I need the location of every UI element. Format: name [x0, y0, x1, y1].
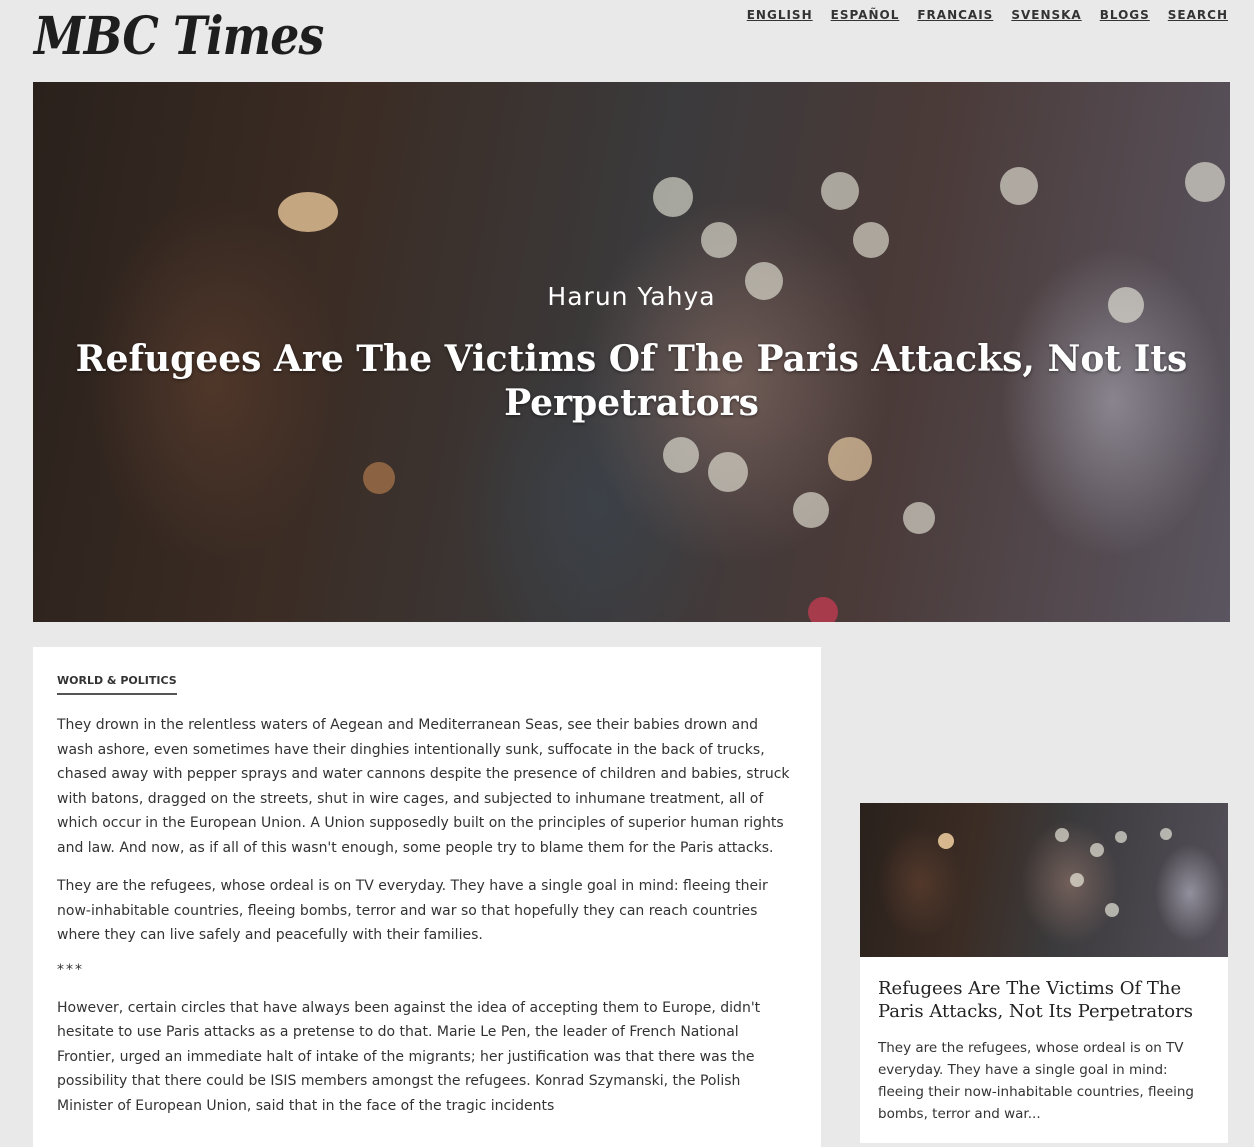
nav-espanol[interactable]: ESPAÑOL: [831, 8, 900, 22]
article-paragraph: They are the refugees, whose ordeal is o…: [57, 878, 768, 943]
hero-bokeh: [793, 492, 829, 528]
hero-banner: Harun Yahya Refugees Are The Victims Of …: [33, 82, 1230, 622]
nav-blogs[interactable]: BLOGS: [1100, 8, 1150, 22]
hero-bokeh: [1000, 167, 1038, 205]
related-article-excerpt: They are the refugees, whose ordeal is o…: [878, 1040, 1194, 1122]
related-article-title[interactable]: Refugees Are The Victims Of The Paris At…: [878, 977, 1210, 1023]
card-bokeh: [1160, 828, 1172, 840]
card-bokeh: [1090, 843, 1104, 857]
hero-bokeh: [363, 462, 395, 494]
language-nav: ENGLISH ESPAÑOL FRANCAIS SVENSKA BLOGS S…: [747, 8, 1228, 22]
card-bokeh: [1070, 873, 1084, 887]
card-bokeh: [1055, 828, 1069, 842]
card-bokeh: [1105, 903, 1119, 917]
nav-search[interactable]: SEARCH: [1168, 8, 1228, 22]
article-body: WORLD & POLITICS They drown in the relen…: [33, 647, 821, 1147]
nav-english[interactable]: ENGLISH: [747, 8, 813, 22]
related-article-image[interactable]: [860, 803, 1228, 957]
nav-francais[interactable]: FRANCAIS: [917, 8, 993, 22]
hero-bokeh: [903, 502, 935, 534]
hero-bokeh: [821, 172, 859, 210]
hero-bokeh: [828, 437, 872, 481]
hero-bokeh: [663, 437, 699, 473]
hero-bokeh: [808, 597, 838, 622]
hero-bokeh: [853, 222, 889, 258]
hero-bokeh: [653, 177, 693, 217]
related-article-card[interactable]: Refugees Are The Victims Of The Paris At…: [860, 803, 1228, 1143]
hero-bokeh: [708, 452, 748, 492]
hero-author[interactable]: Harun Yahya: [33, 282, 1230, 311]
section-separator: ***: [57, 961, 84, 978]
card-bokeh: [1115, 831, 1127, 843]
article-paragraph: They drown in the relentless waters of A…: [57, 717, 790, 856]
article-paragraph: However, certain circles that have alway…: [57, 999, 761, 1114]
card-bokeh: [938, 833, 954, 849]
site-logo[interactable]: MBC Times: [34, 6, 324, 67]
nav-svenska[interactable]: SVENSKA: [1011, 8, 1081, 22]
hero-bokeh: [278, 192, 338, 232]
category-label[interactable]: WORLD & POLITICS: [57, 674, 177, 695]
hero-bokeh: [701, 222, 737, 258]
hero-bokeh: [1185, 162, 1225, 202]
hero-title[interactable]: Refugees Are The Victims Of The Paris At…: [73, 337, 1190, 425]
